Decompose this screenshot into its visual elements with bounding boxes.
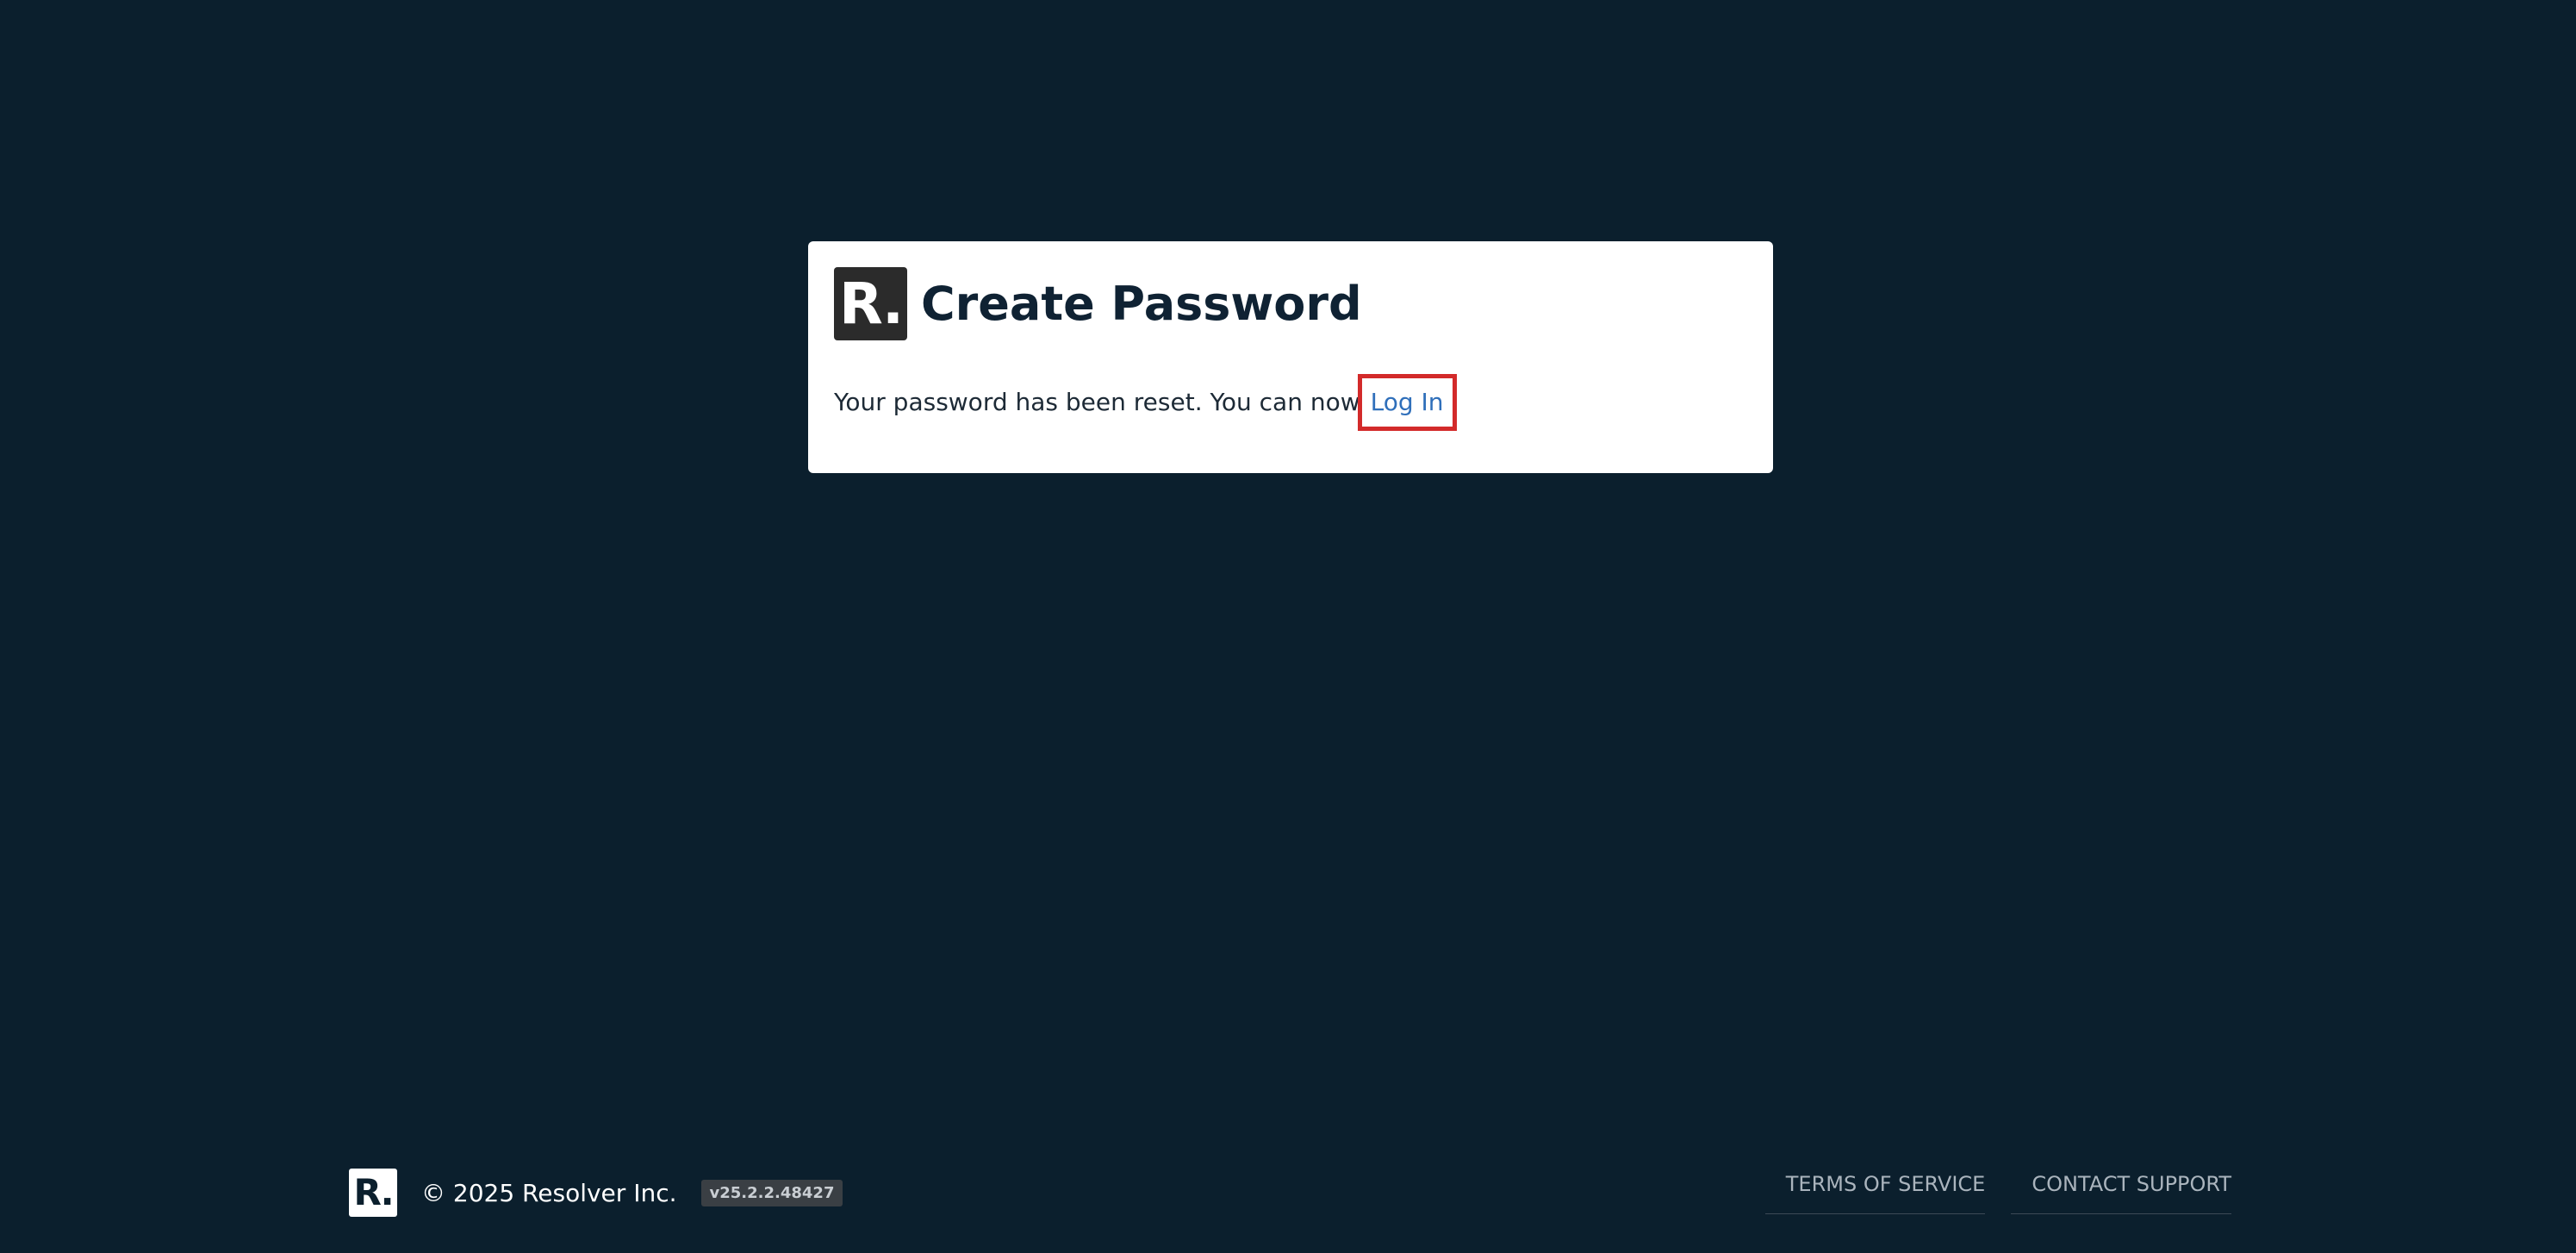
copyright-text: © 2025 Resolver Inc. <box>421 1178 677 1207</box>
terms-of-service-link[interactable]: TERMS OF SERVICE <box>1764 1163 1986 1214</box>
footer-left: R. © 2025 Resolver Inc. v25.2.2.48427 <box>349 1169 843 1217</box>
reset-confirmation: Your password has been reset. You can no… <box>834 374 1747 431</box>
footer-links: TERMS OF SERVICE CONTACT SUPPORT <box>1739 1163 2231 1214</box>
reset-message: Your password has been reset. You can no… <box>834 388 1360 416</box>
page-title: Create Password <box>921 277 1362 331</box>
create-password-card: R. Create Password Your password has bee… <box>808 241 1773 473</box>
card-header: R. Create Password <box>834 267 1747 340</box>
login-link[interactable]: Log In <box>1357 374 1457 431</box>
resolver-logo-icon: R. <box>834 267 907 340</box>
page: R. Create Password Your password has bee… <box>0 0 2576 1253</box>
version-badge: v25.2.2.48427 <box>700 1179 843 1206</box>
contact-support-link[interactable]: CONTACT SUPPORT <box>2011 1163 2231 1214</box>
footer-logo-icon: R. <box>349 1169 397 1217</box>
